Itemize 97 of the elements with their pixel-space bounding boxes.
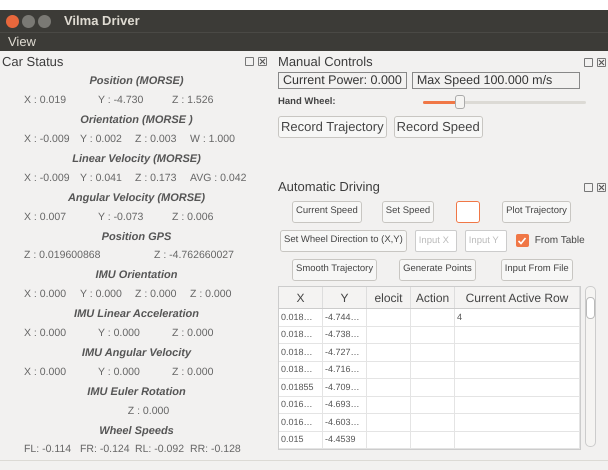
- value-label: X : 0.000: [24, 364, 68, 380]
- close-icon[interactable]: [597, 182, 606, 192]
- section-heading: Linear Velocity (MORSE): [72, 152, 201, 167]
- value-label: Y : 0.000: [98, 326, 141, 342]
- action-button[interactable]: Generate Points: [399, 258, 476, 280]
- table-cell: 0.015: [279, 432, 323, 448]
- table-cell: 0.016…: [279, 414, 323, 430]
- value-label: X : 0.000: [24, 326, 68, 342]
- value-label: X : 0.000: [24, 287, 68, 302]
- record-button[interactable]: Record Trajectory: [278, 116, 387, 138]
- table-cell: -4.716…: [323, 362, 367, 378]
- value-label: W : 1.000: [190, 132, 236, 147]
- menu-item[interactable]: View: [8, 32, 36, 52]
- action-button[interactable]: Input From File: [500, 258, 573, 280]
- section-heading: Angular Velocity (MORSE): [68, 190, 206, 206]
- input-field[interactable]: Input Y: [464, 230, 507, 252]
- minimize-button[interactable]: [22, 14, 35, 28]
- column-header[interactable]: X: [279, 287, 323, 308]
- section-heading: IMU Orientation: [96, 268, 178, 284]
- value-label: Z : 1.526: [172, 93, 214, 108]
- power-display: Current Power: 0.000: [278, 72, 407, 89]
- value-label: Z : 0.000: [172, 326, 214, 342]
- table-cell: 4: [455, 309, 580, 326]
- action-button[interactable]: Smooth Trajectory: [292, 258, 378, 280]
- float-icon[interactable]: [584, 58, 593, 66]
- value-label: Z : 0.173: [135, 170, 178, 186]
- value-label: FL: -0.114: [24, 442, 72, 458]
- value-label: RR: -0.128: [190, 442, 242, 458]
- table-cell: -4.4539: [323, 432, 367, 448]
- window-title: Vilma Driver: [64, 12, 140, 30]
- value-label: Y : -4.730: [98, 93, 144, 108]
- table-cell: 0.01855: [279, 379, 323, 396]
- float-icon[interactable]: [584, 182, 593, 192]
- hand-wheel-slider[interactable]: [423, 95, 586, 109]
- value-label: X : 0.007: [24, 210, 68, 225]
- section-heading: Wheel Speeds: [99, 424, 174, 439]
- section-heading: Position (MORSE): [89, 74, 184, 90]
- section-heading: Orientation (MORSE ): [80, 113, 193, 128]
- table-cell: -4.693…: [323, 396, 367, 413]
- value-label: Y : 0.000: [98, 364, 141, 380]
- checkbox[interactable]: [516, 234, 529, 247]
- column-header[interactable]: Y: [323, 287, 367, 308]
- value-label: Z : 0.019600868: [24, 248, 102, 264]
- section-heading: IMU Linear Acceleration: [74, 307, 199, 322]
- value-label: Z : 0.000: [128, 404, 170, 419]
- panel-title: Car Status: [1, 53, 64, 72]
- section-heading: IMU Euler Rotation: [87, 384, 186, 400]
- value-label: FR: -0.124: [80, 442, 131, 458]
- action-button[interactable]: Plot Trajectory: [502, 200, 571, 222]
- input-field[interactable]: [456, 200, 480, 222]
- close-icon[interactable]: [258, 57, 267, 66]
- value-label: Y : 0.002: [80, 132, 123, 147]
- value-label: Z : 0.000: [190, 287, 232, 302]
- input-field[interactable]: Input X: [414, 230, 457, 252]
- action-button[interactable]: Set Speed: [382, 200, 434, 222]
- table-cell: 0.018…: [279, 309, 323, 326]
- column-header[interactable]: Action: [411, 287, 455, 308]
- panel-title: Manual Controls: [278, 53, 373, 72]
- table-cell: -4.603…: [323, 414, 367, 430]
- value-label: Z : 0.003: [135, 132, 178, 147]
- close-icon[interactable]: [597, 58, 606, 66]
- column-header[interactable]: elocit: [367, 287, 411, 308]
- table-cell: 0.018…: [279, 326, 323, 343]
- table-cell: -4.709…: [323, 379, 367, 396]
- table-cell: -4.744…: [323, 309, 367, 326]
- value-label: Z : -4.762660027: [154, 248, 235, 264]
- value-label: X : -0.009: [24, 170, 71, 186]
- table-cell: 0.016…: [279, 396, 323, 413]
- close-button[interactable]: [6, 14, 19, 28]
- maximize-button[interactable]: [38, 14, 51, 28]
- panel-title: Automatic Driving: [278, 178, 380, 196]
- value-label: X : -0.009: [24, 132, 71, 147]
- table-cell: 0.018…: [279, 362, 323, 378]
- record-button[interactable]: Record Speed: [394, 116, 483, 138]
- value-label: Y : -0.073: [98, 210, 144, 225]
- action-button[interactable]: Set Wheel Direction to (X,Y): [280, 230, 407, 252]
- slider-thumb[interactable]: [455, 95, 466, 109]
- value-label: RL: -0.092: [135, 442, 186, 458]
- table-cell: 0.018…: [279, 344, 323, 360]
- value-label: Z : 0.000: [172, 364, 214, 380]
- value-label: Z : 0.006: [172, 210, 214, 225]
- section-heading: IMU Angular Velocity: [82, 346, 192, 362]
- value-label: Y : 0.000: [80, 287, 123, 302]
- value-label: Z : 0.000: [135, 287, 178, 302]
- column-header[interactable]: Current Active Row: [455, 287, 580, 308]
- table-cell: -4.727…: [323, 344, 367, 360]
- checkbox-label: From Table: [534, 234, 585, 248]
- value-label: Y : 0.041: [80, 170, 123, 186]
- scrollbar[interactable]: [585, 286, 596, 447]
- float-icon[interactable]: [245, 57, 254, 66]
- value-label: X : 0.019: [24, 93, 68, 108]
- action-button[interactable]: Current Speed: [292, 200, 362, 222]
- speed-display: Max Speed 100.000 m/s: [412, 72, 580, 89]
- table-cell: -4.738…: [323, 326, 367, 343]
- value-label: AVG : 0.042: [190, 170, 248, 186]
- slider-label: Hand Wheel:: [278, 94, 337, 109]
- section-heading: Position GPS: [102, 230, 172, 245]
